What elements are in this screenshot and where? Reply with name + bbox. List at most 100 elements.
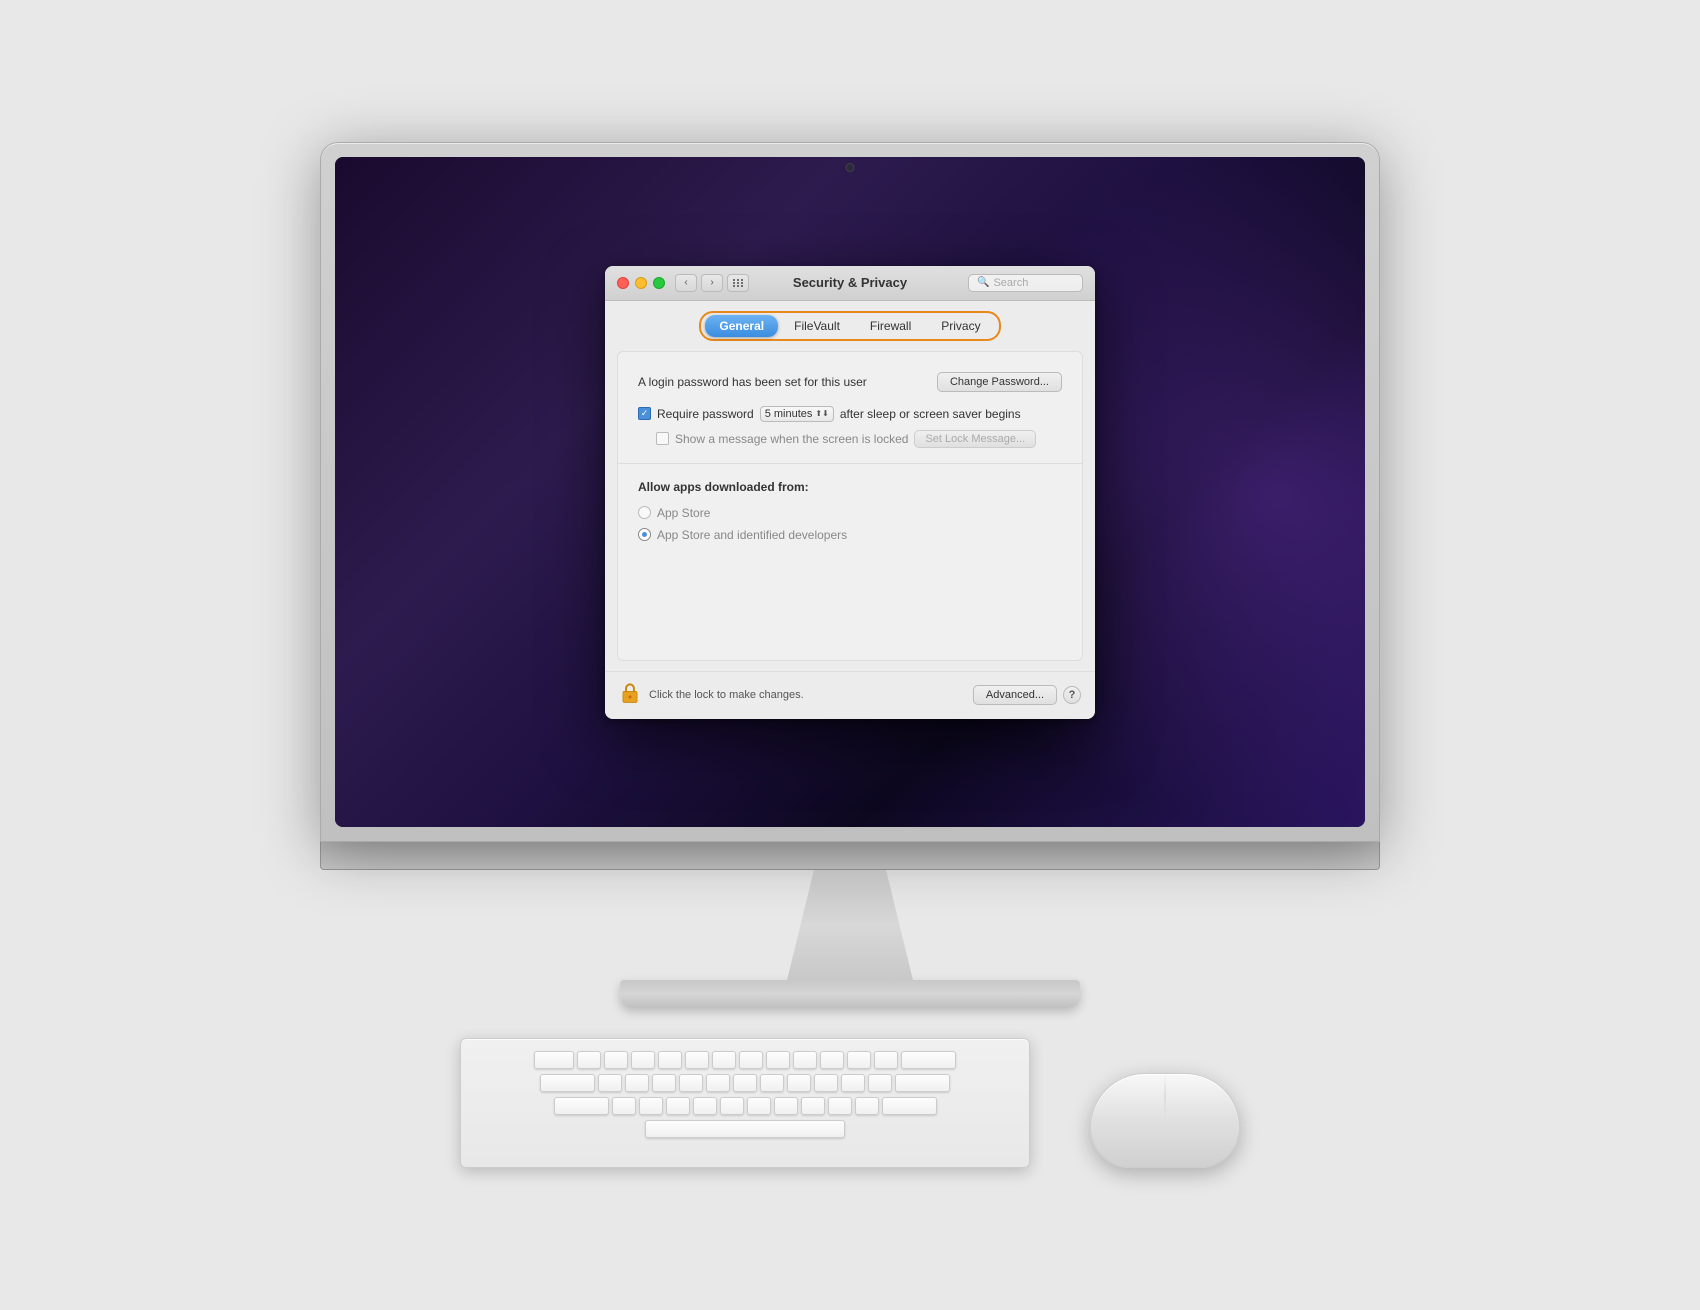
key[interactable]: [666, 1097, 690, 1115]
screen-bezel: ‹ › Security & Privacy �: [335, 157, 1365, 827]
search-placeholder: Search: [993, 277, 1028, 289]
require-password-row: ✓ Require password 5 minutes ⬆⬇ after sl…: [638, 406, 1062, 422]
bottom-bar: Click the lock to make changes. Advanced…: [605, 671, 1095, 719]
app-store-identified-label: App Store and identified developers: [657, 528, 847, 542]
key[interactable]: [679, 1074, 703, 1092]
key[interactable]: [793, 1051, 817, 1069]
key[interactable]: [855, 1097, 879, 1115]
tab-highlight-ring: General FileVault Firewall Privacy: [699, 311, 1000, 341]
magic-mouse[interactable]: [1090, 1073, 1240, 1168]
key[interactable]: [658, 1051, 682, 1069]
title-bar: ‹ › Security & Privacy �: [605, 266, 1095, 301]
key[interactable]: [598, 1074, 622, 1092]
key[interactable]: [631, 1051, 655, 1069]
key[interactable]: [814, 1074, 838, 1092]
camera: [846, 163, 855, 172]
advanced-button[interactable]: Advanced...: [973, 685, 1057, 705]
after-sleep-text: after sleep or screen saver begins: [840, 407, 1021, 421]
help-button[interactable]: ?: [1063, 686, 1081, 704]
key[interactable]: [895, 1074, 950, 1092]
keyboard-mouse-area: [460, 1038, 1240, 1168]
select-arrows-icon: ⬆⬇: [815, 410, 828, 418]
app-store-radio[interactable]: [638, 506, 651, 519]
minimize-button[interactable]: [635, 277, 647, 289]
tab-privacy[interactable]: Privacy: [927, 315, 994, 337]
lock-message-checkbox[interactable]: [656, 432, 669, 445]
app-store-row: App Store: [638, 506, 1062, 520]
require-password-checkbox[interactable]: ✓: [638, 407, 651, 420]
key[interactable]: [693, 1097, 717, 1115]
lock-message-row: Show a message when the screen is locked…: [638, 430, 1062, 448]
search-box[interactable]: 🔍 Search: [968, 274, 1083, 292]
click-lock-text: Click the lock to make changes.: [649, 689, 973, 701]
key[interactable]: [747, 1097, 771, 1115]
key[interactable]: [801, 1097, 825, 1115]
close-button[interactable]: [617, 277, 629, 289]
app-store-label: App Store: [657, 506, 710, 520]
key-enter[interactable]: [882, 1097, 937, 1115]
key[interactable]: [625, 1074, 649, 1092]
nav-buttons: ‹ ›: [675, 274, 723, 292]
tabs-area: General FileVault Firewall Privacy: [605, 301, 1095, 341]
key[interactable]: [841, 1074, 865, 1092]
content-area: A login password has been set for this u…: [617, 351, 1083, 661]
key[interactable]: [820, 1051, 844, 1069]
login-password-section: A login password has been set for this u…: [618, 352, 1082, 464]
grid-icon: [733, 279, 744, 287]
lock-message-label: Show a message when the screen is locked: [675, 432, 908, 446]
stand-base: [620, 980, 1080, 1008]
tab-filevault[interactable]: FileVault: [780, 315, 854, 337]
app-store-identified-row: App Store and identified developers: [638, 528, 1062, 542]
imac-chin: [320, 842, 1380, 870]
back-button[interactable]: ‹: [675, 274, 697, 292]
key[interactable]: [720, 1097, 744, 1115]
key[interactable]: [639, 1097, 663, 1115]
login-password-row: A login password has been set for this u…: [638, 372, 1062, 392]
key[interactable]: [712, 1051, 736, 1069]
imac-body: ‹ › Security & Privacy �: [320, 142, 1380, 842]
tab-general[interactable]: General: [705, 315, 778, 337]
forward-button[interactable]: ›: [701, 274, 723, 292]
key[interactable]: [774, 1097, 798, 1115]
grid-button[interactable]: [727, 274, 749, 292]
key[interactable]: [733, 1074, 757, 1092]
stand-neck: [760, 870, 940, 980]
key[interactable]: [554, 1097, 609, 1115]
checkmark-icon: ✓: [641, 409, 649, 418]
key[interactable]: [766, 1051, 790, 1069]
key[interactable]: [685, 1051, 709, 1069]
key[interactable]: [652, 1074, 676, 1092]
key[interactable]: [847, 1051, 871, 1069]
key[interactable]: [739, 1051, 763, 1069]
tab-firewall[interactable]: Firewall: [856, 315, 925, 337]
key[interactable]: [828, 1097, 852, 1115]
app-store-identified-radio[interactable]: [638, 528, 651, 541]
allow-apps-section: Allow apps downloaded from: App Store Ap…: [618, 464, 1082, 570]
login-password-text: A login password has been set for this u…: [638, 375, 867, 389]
key[interactable]: [760, 1074, 784, 1092]
key[interactable]: [534, 1051, 574, 1069]
security-privacy-window: ‹ › Security & Privacy �: [605, 266, 1095, 719]
time-value: 5 minutes: [765, 408, 813, 420]
key[interactable]: [706, 1074, 730, 1092]
imac-computer: ‹ › Security & Privacy �: [320, 142, 1380, 1168]
key[interactable]: [787, 1074, 811, 1092]
key[interactable]: [577, 1051, 601, 1069]
change-password-button[interactable]: Change Password...: [937, 372, 1062, 392]
window-title: Security & Privacy: [793, 275, 907, 290]
desktop-background: ‹ › Security & Privacy �: [335, 157, 1365, 827]
key[interactable]: [874, 1051, 898, 1069]
lock-icon-wrapper[interactable]: [619, 682, 641, 709]
key-spacebar[interactable]: [645, 1120, 845, 1138]
require-password-label: Require password: [657, 407, 754, 421]
traffic-lights: [617, 277, 665, 289]
key[interactable]: [604, 1051, 628, 1069]
key[interactable]: [540, 1074, 595, 1092]
key[interactable]: [868, 1074, 892, 1092]
set-lock-message-button[interactable]: Set Lock Message...: [914, 430, 1036, 448]
key[interactable]: [612, 1097, 636, 1115]
allow-apps-title: Allow apps downloaded from:: [638, 480, 1062, 494]
time-select[interactable]: 5 minutes ⬆⬇: [760, 406, 834, 422]
key[interactable]: [901, 1051, 956, 1069]
maximize-button[interactable]: [653, 277, 665, 289]
